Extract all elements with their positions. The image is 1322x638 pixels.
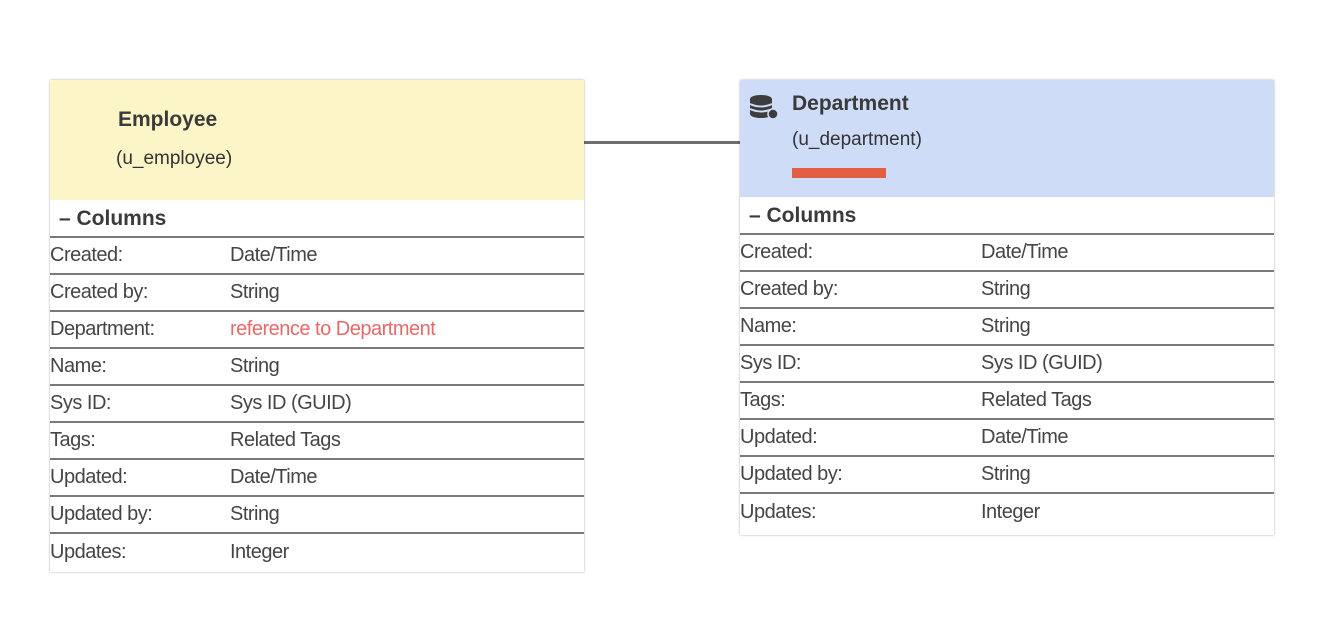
employee-table-card[interactable]: Employee (u_employee) – Columns Created:… xyxy=(50,80,584,572)
employee-table-header[interactable]: Employee (u_employee) xyxy=(50,80,584,200)
column-name: Tags: xyxy=(50,429,96,451)
column-type: Integer xyxy=(230,541,289,563)
column-type: Sys ID (GUID) xyxy=(230,392,352,414)
accent-bar xyxy=(792,168,886,178)
column-type: String xyxy=(230,503,280,525)
column-name: Updates: xyxy=(740,501,817,523)
column-name: Updated: xyxy=(740,426,818,448)
column-row[interactable]: Updated by: String xyxy=(740,457,1274,494)
column-name: Sys ID: xyxy=(50,392,111,414)
column-type: Date/Time xyxy=(230,466,318,488)
schema-canvas: Employee (u_employee) – Columns Created:… xyxy=(0,0,1322,638)
column-name: Created by: xyxy=(50,281,148,303)
column-name: Tags: xyxy=(740,389,786,411)
column-type: String xyxy=(981,463,1031,485)
column-name: Department: xyxy=(50,318,155,340)
column-type: Related Tags xyxy=(981,389,1092,411)
column-type: Date/Time xyxy=(230,244,318,266)
column-name: Updated: xyxy=(50,466,128,488)
column-name: Created: xyxy=(50,244,123,266)
columns-section-toggle[interactable]: – Columns xyxy=(50,200,584,238)
column-list: Created: Date/Time Created by: String De… xyxy=(50,238,584,571)
columns-section-toggle[interactable]: – Columns xyxy=(740,197,1274,235)
column-name: Updated by: xyxy=(50,503,153,525)
department-table-card[interactable]: Department (u_department) – Columns Crea… xyxy=(740,80,1274,535)
column-row[interactable]: Updated by: String xyxy=(50,497,584,534)
column-type: String xyxy=(981,315,1031,337)
table-title: Department xyxy=(792,92,909,115)
column-row[interactable]: Department: reference to Department xyxy=(50,312,584,349)
column-name: Name: xyxy=(50,355,107,377)
column-type: Date/Time xyxy=(981,426,1069,448)
column-name: Sys ID: xyxy=(740,352,801,374)
column-type: Related Tags xyxy=(230,429,341,451)
column-row[interactable]: Created: Date/Time xyxy=(50,238,584,275)
column-row[interactable]: Created by: String xyxy=(50,275,584,312)
column-row[interactable]: Updated: Date/Time xyxy=(50,460,584,497)
column-type: String xyxy=(230,355,280,377)
column-type: String xyxy=(981,278,1031,300)
column-row[interactable]: Updates: Integer xyxy=(50,534,584,571)
reference-link[interactable]: reference to Department xyxy=(230,318,584,341)
column-row[interactable]: Tags: Related Tags xyxy=(50,423,584,460)
column-type: Sys ID (GUID) xyxy=(981,352,1103,374)
column-list: Created: Date/Time Created by: String Na… xyxy=(740,235,1274,531)
column-name: Name: xyxy=(740,315,797,337)
relationship-connector[interactable] xyxy=(584,141,740,144)
column-type: String xyxy=(230,281,280,303)
column-row[interactable]: Updated: Date/Time xyxy=(740,420,1274,457)
database-icon xyxy=(749,95,779,120)
table-title: Employee xyxy=(118,108,218,131)
column-row[interactable]: Name: String xyxy=(50,349,584,386)
column-row[interactable]: Name: String xyxy=(740,309,1274,346)
table-name: (u_employee) xyxy=(116,148,233,169)
column-name: Updates: xyxy=(50,541,127,563)
column-type: Integer xyxy=(981,501,1040,523)
column-name: Created: xyxy=(740,241,813,263)
column-row[interactable]: Updates: Integer xyxy=(740,494,1274,531)
table-name: (u_department) xyxy=(792,129,922,150)
column-row[interactable]: Created by: String xyxy=(740,272,1274,309)
column-name: Updated by: xyxy=(740,463,843,485)
column-row[interactable]: Sys ID: Sys ID (GUID) xyxy=(740,346,1274,383)
column-row[interactable]: Sys ID: Sys ID (GUID) xyxy=(50,386,584,423)
department-table-header[interactable]: Department (u_department) xyxy=(740,80,1274,197)
column-row[interactable]: Created: Date/Time xyxy=(740,235,1274,272)
column-type: Date/Time xyxy=(981,241,1069,263)
column-row[interactable]: Tags: Related Tags xyxy=(740,383,1274,420)
column-name: Created by: xyxy=(740,278,838,300)
